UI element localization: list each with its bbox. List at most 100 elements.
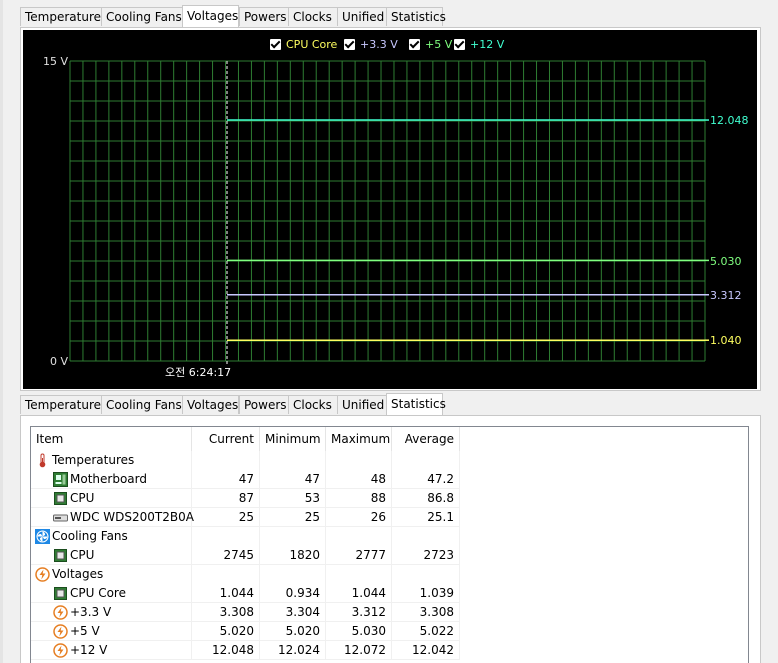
item-cell: CPU Core (31, 584, 192, 603)
item-cell: +5 V (31, 622, 192, 641)
table-group-row[interactable]: Temperatures (31, 451, 461, 470)
item-cell: +12 V (31, 641, 192, 660)
item-label: +12 V (70, 643, 108, 657)
table-row[interactable]: Motherboard 47 47 48 47.2 (31, 470, 461, 489)
maximum-value (326, 451, 392, 470)
maximum-value: 5.030 (326, 622, 392, 641)
cpu-chip-icon (53, 548, 68, 563)
tab-temperatures[interactable]: Temperatures (20, 395, 107, 414)
current-value: 2745 (192, 546, 260, 565)
table-row[interactable]: +12 V 12.048 12.024 12.072 12.042 (31, 641, 461, 660)
legend-label: +5 V (425, 38, 453, 51)
tab-powers[interactable]: Powers (239, 7, 289, 26)
item-label: +5 V (70, 624, 100, 638)
column-header-current[interactable]: Current (192, 427, 260, 451)
table-group-row[interactable]: Cooling Fans (31, 527, 461, 546)
item-label: WDC WDS200T2B0A (70, 510, 194, 524)
cpu-chip-icon (53, 586, 68, 601)
minimum-value: 47 (260, 470, 326, 489)
tab-cooling-fans[interactable]: Cooling Fans (101, 395, 183, 414)
average-value (392, 451, 460, 470)
table-row[interactable]: CPU 87 53 88 86.8 (31, 489, 461, 508)
current-value: 47 (192, 470, 260, 489)
current-value: 12.048 (192, 641, 260, 660)
checkbox-icon[interactable] (344, 39, 355, 50)
table-row[interactable]: CPU 2745 1820 2777 2723 (31, 546, 461, 565)
item-label: CPU (70, 491, 95, 505)
maximum-value: 2777 (326, 546, 392, 565)
voltage-icon (35, 567, 50, 582)
minimum-value: 1820 (260, 546, 326, 565)
tab-cooling-fans[interactable]: Cooling Fans (101, 7, 183, 26)
value-label-12v: 12.048 (710, 114, 749, 127)
table-group-row[interactable]: Voltages (31, 565, 461, 584)
item-cell: Motherboard (31, 470, 192, 489)
current-value (192, 527, 260, 546)
current-value (192, 565, 260, 584)
column-header-item[interactable]: Item (31, 427, 192, 451)
x-axis-time-label: 오전 6:24:17 (165, 366, 232, 379)
tab-unified[interactable]: Unified (337, 395, 387, 414)
maximum-value: 12.072 (326, 641, 392, 660)
minimum-value: 0.934 (260, 584, 326, 603)
minimum-value (260, 451, 326, 470)
y-axis-min-label: 0 V (50, 355, 69, 368)
tab-clocks[interactable]: Clocks (288, 7, 338, 26)
tab-unified[interactable]: Unified (337, 7, 387, 26)
item-cell: CPU (31, 489, 192, 508)
fan-icon (35, 529, 50, 544)
minimum-value (260, 565, 326, 584)
maximum-value: 1.044 (326, 584, 392, 603)
column-header-minimum[interactable]: Minimum (260, 427, 326, 451)
tab-statistics[interactable]: Statistics (386, 7, 446, 26)
statistics-table[interactable]: Item Current Minimum Maximum Average Tem… (30, 426, 749, 663)
item-label: CPU Core (70, 586, 126, 600)
voltage-chart: CPU Core +3.3 V +5 V +12 V 15 V 0 V 오전 6… (23, 30, 757, 389)
minimum-value: 53 (260, 489, 326, 508)
voltage-icon (53, 605, 68, 620)
average-value: 5.022 (392, 622, 460, 641)
column-header-maximum[interactable]: Maximum (326, 427, 392, 451)
maximum-value: 26 (326, 508, 392, 527)
checkbox-icon[interactable] (454, 39, 465, 50)
checkbox-icon[interactable] (409, 39, 420, 50)
table-row[interactable]: +3.3 V 3.308 3.304 3.312 3.308 (31, 603, 461, 622)
voltage-icon (53, 624, 68, 639)
tab-temperatures[interactable]: Temperatures (20, 7, 107, 26)
voltage-icon (53, 643, 68, 658)
item-label: +3.3 V (70, 605, 112, 619)
table-row[interactable]: CPU Core 1.044 0.934 1.044 1.039 (31, 584, 461, 603)
chart-canvas (69, 60, 709, 365)
cpu-chip-icon (53, 491, 68, 506)
motherboard-icon (53, 472, 68, 487)
column-header-average[interactable]: Average (392, 427, 460, 451)
item-cell: +3.3 V (31, 603, 192, 622)
current-value: 25 (192, 508, 260, 527)
current-value: 87 (192, 489, 260, 508)
tab-voltages[interactable]: Voltages (182, 5, 239, 27)
checkbox-icon[interactable] (270, 39, 281, 50)
maximum-value: 3.312 (326, 603, 392, 622)
average-value: 25.1 (392, 508, 460, 527)
legend-label: CPU Core (286, 38, 338, 51)
average-value: 3.308 (392, 603, 460, 622)
thermometer-icon (35, 453, 50, 468)
average-value: 12.042 (392, 641, 460, 660)
current-value: 3.308 (192, 603, 260, 622)
table-row[interactable]: +5 V 5.020 5.020 5.030 5.022 (31, 622, 461, 641)
value-label-5v: 5.030 (710, 255, 742, 268)
item-label: Cooling Fans (52, 529, 128, 543)
tab-clocks[interactable]: Clocks (288, 395, 338, 414)
maximum-value (326, 527, 392, 546)
tab-powers[interactable]: Powers (239, 395, 289, 414)
item-cell: Cooling Fans (31, 527, 192, 546)
maximum-value: 88 (326, 489, 392, 508)
table-row[interactable]: WDC WDS200T2B0A 25 25 26 25.1 (31, 508, 461, 527)
item-cell: Temperatures (31, 451, 192, 470)
tab-statistics[interactable]: Statistics (386, 393, 446, 415)
tab-voltages[interactable]: Voltages (182, 395, 239, 414)
current-value: 1.044 (192, 584, 260, 603)
item-label: Voltages (52, 567, 104, 581)
average-value (392, 527, 460, 546)
minimum-value (260, 527, 326, 546)
